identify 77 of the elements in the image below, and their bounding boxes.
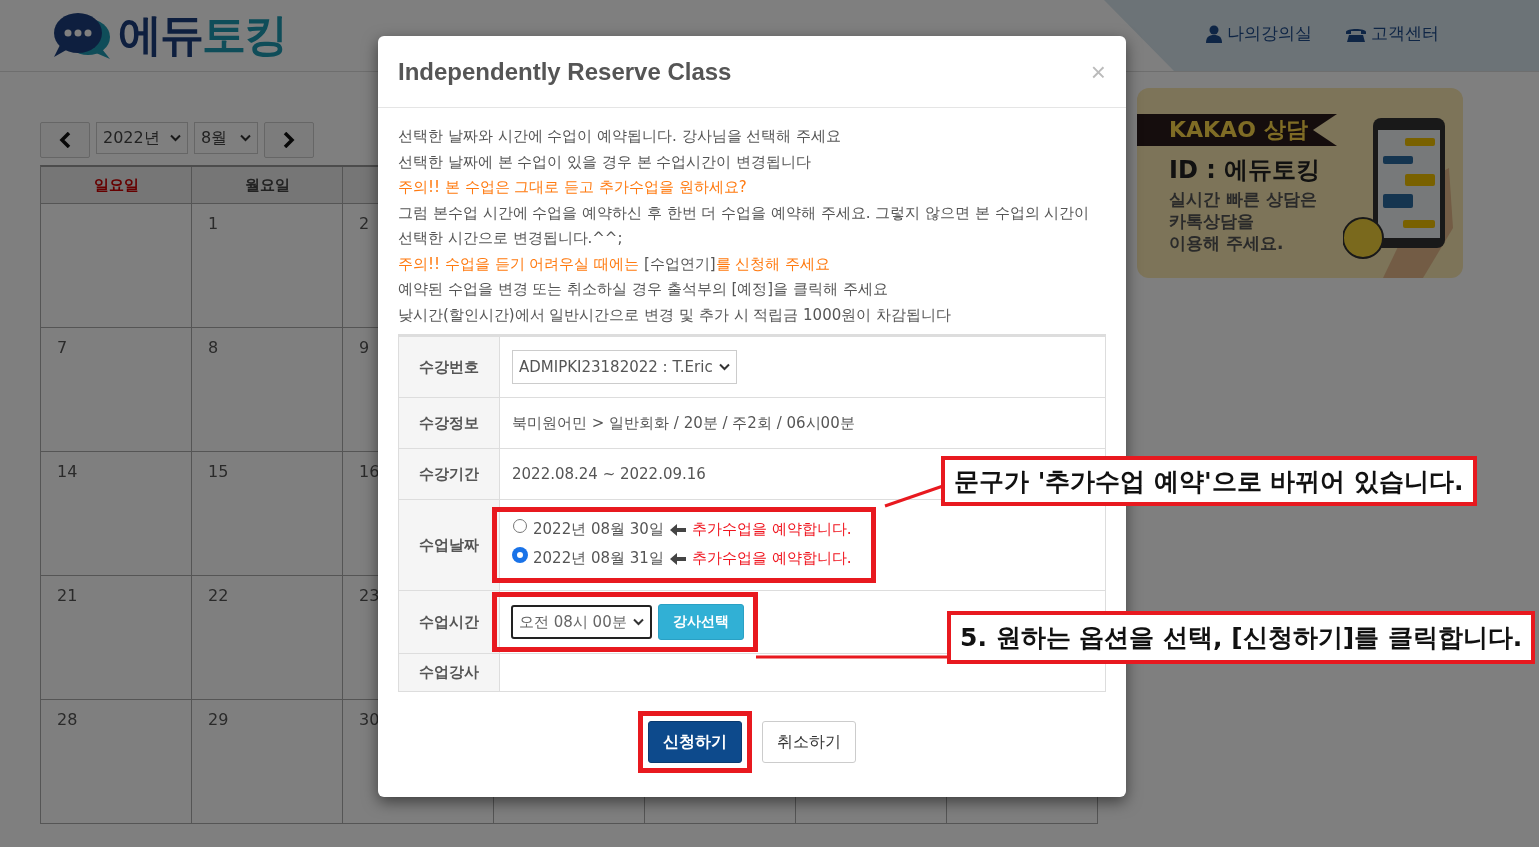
row-label: 수업강사	[398, 653, 500, 692]
day-number: 30	[359, 710, 380, 729]
row-label: 수강번호	[398, 335, 500, 398]
date-note: 추가수업을 예약합니다.	[691, 549, 852, 568]
submit-button[interactable]: 신청하기	[648, 721, 742, 763]
notice-text: 주의!! 본 수업은 그대로 듣고 추가수업을 원하세요?	[398, 177, 748, 198]
notice-text: 선택한 날짜에 본 수업이 있을 경우 본 수업시간이 변경됩니다	[398, 151, 813, 173]
date-label: 2022년 08월 31일	[533, 549, 664, 568]
day-number: 8	[208, 338, 219, 357]
chevron-left-icon	[59, 132, 71, 148]
day-number: 14	[57, 462, 78, 481]
prev-month-button[interactable]	[40, 122, 90, 158]
day-number: 28	[57, 710, 78, 729]
calendar-cell[interactable]: 21	[41, 576, 192, 700]
day-number: 9	[359, 338, 370, 357]
notice-text: 선택한 날짜와 시간에 수업이 예약됩니다. 강사님을 선택해 주세요	[398, 126, 843, 147]
calendar-cell[interactable]: 22	[192, 576, 343, 700]
day-number: 2	[359, 214, 370, 233]
calendar-cell[interactable]: 15	[192, 452, 343, 576]
arrow-left-icon	[669, 523, 686, 536]
notice-text: 그럼 본수업 시간에 수업을 예약하신 후 한번 더 수업을 예약해 주세요. 그렇지 않으면 본 수업의 시간이 선택한 시간으로 변경됩니다.^^;	[398, 202, 1091, 249]
chevron-down-icon	[240, 134, 251, 142]
notice-text: 낮시간(할인시간)에서 일반시간으로 변경 및 추가 시 적립금 1000원이 차감됩니다	[398, 304, 953, 326]
weekday-header: 일요일	[41, 167, 192, 204]
row-label: 수강기간	[398, 448, 500, 500]
field-value: 2022.08.24 ~ 2022.09.16	[512, 465, 706, 483]
radio-button[interactable]	[513, 547, 527, 562]
calendar-cell[interactable]	[41, 204, 192, 328]
chevron-down-icon	[718, 363, 730, 371]
day-number: 16	[359, 462, 380, 481]
top-link[interactable]: 고객센터	[1346, 22, 1439, 45]
logo-text[interactable]: 에듀토킹	[118, 6, 286, 65]
time-select[interactable]: 오전 08시 00분	[511, 605, 652, 639]
annotation-callout: 문구가 '추가수업 예약'으로 바뀌어 있습니다.	[941, 456, 1477, 506]
banner-title: KAKAO 상담	[1169, 116, 1308, 144]
banner-id: ID : 에듀토킹	[1169, 155, 1321, 186]
day-number: 1	[208, 214, 219, 233]
chat-bubbles-icon	[52, 10, 112, 61]
notice-text: 예약된 수업을 변경 또는 취소하실 경우 출석부의 [예정]을 클릭해 주세요	[398, 279, 889, 300]
leader-line	[884, 484, 944, 508]
notice-text: 주의!! 수업을 듣기 어려우실 때에는 [수업연기]를 신청해 주세요	[398, 253, 832, 275]
chevron-down-icon	[632, 618, 644, 626]
field-value: 북미원어민 > 일반회화 / 20분 / 주2회 / 06시00분	[512, 413, 855, 432]
day-number: 7	[57, 338, 68, 357]
chevron-down-icon	[170, 134, 181, 142]
row-label: 수강정보	[398, 397, 500, 449]
user-icon	[1206, 24, 1222, 43]
date-label: 2022년 08월 30일	[533, 520, 664, 539]
kakao-banner[interactable]: KAKAO 상담 ID : 에듀토킹 실시간 빠른 상담은 카톡상담을 이용해 주세요.	[1137, 88, 1463, 278]
calendar-cell[interactable]: 28	[41, 700, 192, 824]
next-month-button[interactable]	[264, 122, 314, 158]
select-teacher-button[interactable]: 강사선택	[657, 604, 744, 640]
cancel-button[interactable]: 취소하기	[762, 721, 856, 763]
chevron-right-icon	[283, 132, 295, 148]
calendar-cell[interactable]: 7	[41, 328, 192, 452]
annotation-callout: 5. 원하는 옵션을 선택, [신청하기]를 클릭합니다.	[947, 611, 1536, 664]
day-number: 23	[359, 586, 380, 605]
day-number: 15	[208, 462, 229, 481]
day-number: 29	[208, 710, 229, 729]
top-link[interactable]: 나의강의실	[1206, 22, 1312, 45]
banner-text: 실시간 빠른 상담은 카톡상담을 이용해 주세요.	[1169, 188, 1317, 254]
month-select[interactable]: 8월	[194, 122, 258, 154]
close-button[interactable]: ×	[1090, 58, 1106, 85]
date-note: 추가수업을 예약합니다.	[691, 520, 852, 539]
row-label: 수업날짜	[398, 499, 500, 591]
year-select[interactable]: 2022년	[96, 122, 188, 154]
arrow-left-icon	[669, 552, 686, 565]
calendar-cell[interactable]: 29	[192, 700, 343, 824]
calendar-cell[interactable]: 14	[41, 452, 192, 576]
dialog-title: Independently Reserve Class	[398, 57, 732, 86]
day-number: 22	[208, 586, 229, 605]
calendar-cell[interactable]: 8	[192, 328, 343, 452]
course-select[interactable]: ADMIPKI23182022 : T.Eric	[512, 350, 737, 384]
day-number: 21	[57, 586, 78, 605]
weekday-header: 월요일	[192, 167, 343, 204]
row-label: 수업시간	[398, 590, 500, 654]
calendar-cell[interactable]: 1	[192, 204, 343, 328]
